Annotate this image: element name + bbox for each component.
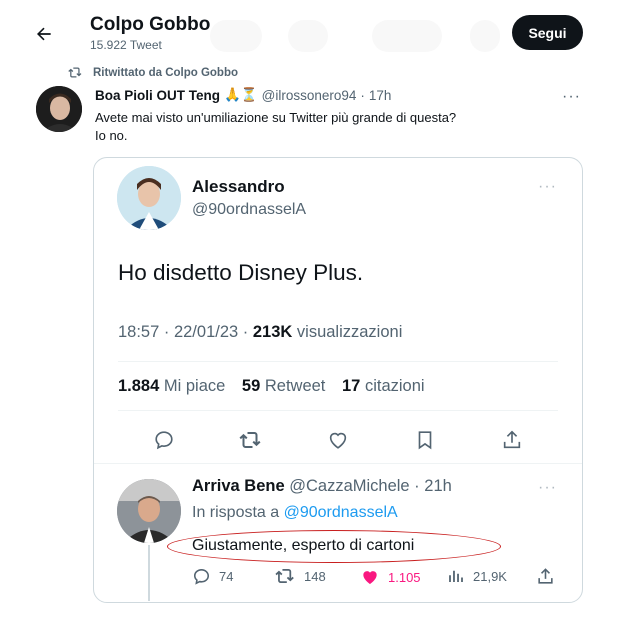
bookmark-button[interactable] [412, 427, 438, 453]
heart-filled-icon [363, 571, 377, 585]
heart-icon [329, 432, 347, 449]
views-count: 21,9K [473, 568, 507, 584]
quoted-tweet-meta: 18:57 · 22/01/23 · 213K visualizzazioni [118, 323, 402, 342]
author-emoji: 🙏⏳ [224, 87, 258, 102]
share-icon [503, 430, 521, 449]
likes-label: Mi piace [159, 377, 226, 395]
quoted-more-options-button[interactable]: ··· [538, 178, 557, 196]
in-reply-prefix: In risposta a [192, 504, 284, 521]
comment-icon [193, 568, 210, 585]
divider [118, 361, 558, 362]
divider [94, 463, 582, 464]
arrow-left-icon [37, 27, 51, 41]
tweet-text-line: Io no. [95, 128, 128, 143]
author-name[interactable]: Boa Pioli OUT Teng [95, 88, 220, 103]
in-reply-handle-link[interactable]: @90ordnasselA [284, 504, 398, 521]
reply-author-avatar[interactable] [117, 479, 181, 543]
divider [118, 410, 558, 411]
retweet-count: 148 [304, 568, 326, 584]
views-count: 213K [252, 323, 293, 341]
reply-author-handle-time[interactable]: @CazzaMichele · 21h [285, 477, 452, 495]
views-label: visualizzazioni [292, 323, 403, 341]
quotes-stat[interactable]: 17 citazioni [342, 377, 425, 395]
retweeted-by-label[interactable]: Ritwittato da Colpo Gobbo [93, 67, 238, 79]
engagement-stats: 1.884 Mi piace 59 Retweet 17 citazioni [118, 377, 425, 396]
reply-button[interactable] [151, 427, 177, 453]
blurred-header-element [288, 20, 328, 52]
back-button[interactable] [30, 20, 58, 48]
more-options-button[interactable]: ··· [562, 88, 581, 106]
like-count: 1.105 [388, 569, 421, 585]
retweet-icon [275, 569, 294, 583]
thread-line [148, 545, 150, 601]
separator: · [360, 87, 365, 103]
reply-reply-button[interactable]: 74 [192, 567, 233, 586]
follow-button[interactable]: Segui [512, 15, 583, 50]
blurred-header-element [210, 20, 262, 52]
comment-icon [155, 431, 173, 450]
retweet-icon [239, 432, 261, 448]
retweet-button[interactable] [238, 427, 264, 453]
retweets-stat[interactable]: 59 Retweet [242, 377, 325, 395]
reply-more-options-button[interactable]: ··· [538, 479, 557, 497]
tweet-header: Boa Pioli OUT Teng 🙏⏳ @ilrossonero94 · 1… [95, 87, 391, 103]
blurred-header-element [372, 20, 442, 52]
quotes-count: 17 [342, 377, 361, 395]
like-button[interactable] [325, 427, 351, 453]
likes-stat[interactable]: 1.884 Mi piace [118, 377, 225, 395]
retweets-count: 59 [241, 377, 261, 395]
retweet-icon [68, 67, 82, 78]
quoted-timestamp[interactable]: 18:57 · 22/01/23 · [118, 323, 253, 341]
analytics-icon [449, 570, 463, 582]
blurred-header-element [470, 20, 500, 52]
share-button[interactable] [499, 427, 525, 453]
tweet-text: Avete mai visto un'umiliazione su Twitte… [95, 109, 565, 145]
quoted-author-avatar[interactable] [117, 166, 181, 230]
avatar[interactable] [36, 86, 82, 132]
quoted-author-handle[interactable]: @90ordnasselA [192, 201, 306, 219]
reply-author-name[interactable]: Arriva Bene [192, 477, 285, 495]
reply-count: 74 [219, 569, 234, 584]
likes-count: 1.884 [118, 377, 160, 395]
annotation-ellipse [167, 530, 501, 563]
share-icon [538, 568, 553, 584]
quoted-author-name[interactable]: Alessandro [192, 177, 285, 197]
quotes-label: citazioni [360, 377, 425, 395]
reply-header: Arriva Bene @CazzaMichele · 21h [192, 477, 452, 496]
in-reply-to: In risposta a @90ordnasselA [192, 504, 398, 522]
author-handle[interactable]: @ilrossonero94 [262, 88, 357, 103]
tweet-count: 15.922 Tweet [90, 38, 162, 52]
tweet-text-line: Avete mai visto un'umiliazione su Twitte… [95, 110, 457, 125]
reply-like-button[interactable]: 1.105 [360, 567, 421, 587]
tweet-time[interactable]: 17h [369, 88, 392, 103]
reply-share-button[interactable] [536, 567, 555, 586]
profile-title: Colpo Gobbo [90, 14, 211, 35]
reply-views-button[interactable]: 21,9K [447, 567, 507, 585]
retweeted-by: Ritwittato da Colpo Gobbo [68, 66, 238, 79]
retweets-label: Retweet [260, 377, 326, 395]
bookmark-icon [418, 431, 432, 450]
reply-retweet-button[interactable]: 148 [275, 567, 326, 585]
quoted-tweet-text: Ho disdetto Disney Plus. [118, 260, 364, 285]
